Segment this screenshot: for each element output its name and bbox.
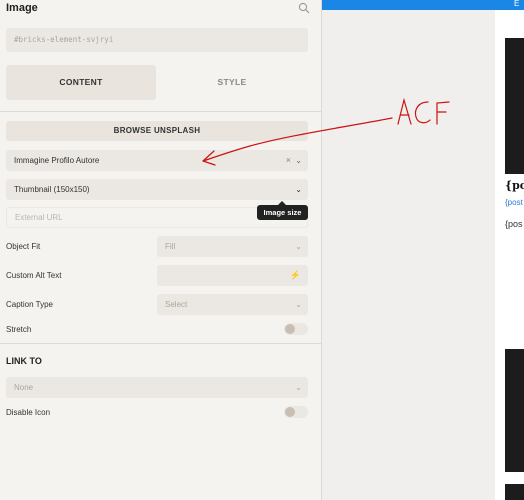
preview-top-bar-text[interactable]: E bbox=[514, 0, 519, 8]
image-size-tooltip: Image size bbox=[257, 201, 308, 220]
custom-alt-text-label: Custom Alt Text bbox=[6, 271, 62, 280]
link-to-select[interactable]: None ⌄ bbox=[6, 377, 308, 398]
object-fit-select[interactable]: Fill ⌄ bbox=[157, 236, 308, 257]
clear-icon[interactable]: × bbox=[286, 150, 291, 171]
preview-heading: {pos bbox=[505, 179, 524, 192]
preview-image bbox=[505, 484, 524, 500]
divider bbox=[0, 111, 322, 112]
tab-content[interactable]: CONTENT bbox=[6, 65, 156, 100]
divider bbox=[0, 343, 322, 344]
stretch-toggle[interactable] bbox=[284, 323, 308, 335]
object-fit-label: Object Fit bbox=[6, 242, 41, 251]
chevron-down-icon[interactable]: ⌄ bbox=[295, 150, 302, 171]
preview-image bbox=[505, 349, 524, 472]
toggle-knob bbox=[285, 407, 295, 417]
preview-text: {pos bbox=[505, 219, 523, 229]
dynamic-data-bolt-icon[interactable]: ⚡ bbox=[290, 265, 301, 286]
chevron-down-icon[interactable]: ⌄ bbox=[295, 377, 302, 398]
chevron-down-icon[interactable]: ⌄ bbox=[295, 294, 302, 315]
preview-image bbox=[505, 38, 524, 174]
link-to-value: None bbox=[14, 383, 34, 392]
caption-type-label: Caption Type bbox=[6, 300, 53, 309]
browse-unsplash-button[interactable]: BROWSE UNSPLASH bbox=[6, 121, 308, 141]
panel-title: Image bbox=[6, 2, 38, 14]
disable-icon-toggle[interactable] bbox=[284, 406, 308, 418]
panel-header: Image bbox=[0, 0, 322, 18]
chevron-down-icon[interactable]: ⌄ bbox=[295, 179, 302, 200]
custom-alt-text-input[interactable]: ⚡ bbox=[157, 265, 308, 286]
tab-style[interactable]: STYLE bbox=[157, 65, 307, 100]
link-to-section-title: LINK TO bbox=[6, 356, 42, 366]
stretch-label: Stretch bbox=[6, 325, 32, 334]
search-icon[interactable] bbox=[298, 2, 310, 14]
element-id-field[interactable]: #bricks-element-svjryi bbox=[6, 28, 308, 52]
image-size-select[interactable]: Thumbnail (150x150) ⌄ bbox=[6, 179, 308, 200]
caption-type-value: Select bbox=[165, 300, 188, 309]
chevron-down-icon[interactable]: ⌄ bbox=[295, 236, 302, 257]
image-source-value: Immagine Profilo Autore bbox=[14, 156, 100, 165]
image-size-value: Thumbnail (150x150) bbox=[14, 185, 90, 194]
toggle-knob bbox=[285, 324, 295, 334]
image-source-select[interactable]: Immagine Profilo Autore × ⌄ bbox=[6, 150, 308, 171]
object-fit-value: Fill bbox=[165, 242, 176, 251]
caption-type-select[interactable]: Select ⌄ bbox=[157, 294, 308, 315]
disable-icon-label: Disable Icon bbox=[6, 408, 51, 417]
preview-top-bar bbox=[322, 0, 524, 10]
preview-link[interactable]: {post bbox=[505, 198, 523, 207]
settings-panel: Image #bricks-element-svjryi CONTENT STY… bbox=[0, 0, 322, 500]
